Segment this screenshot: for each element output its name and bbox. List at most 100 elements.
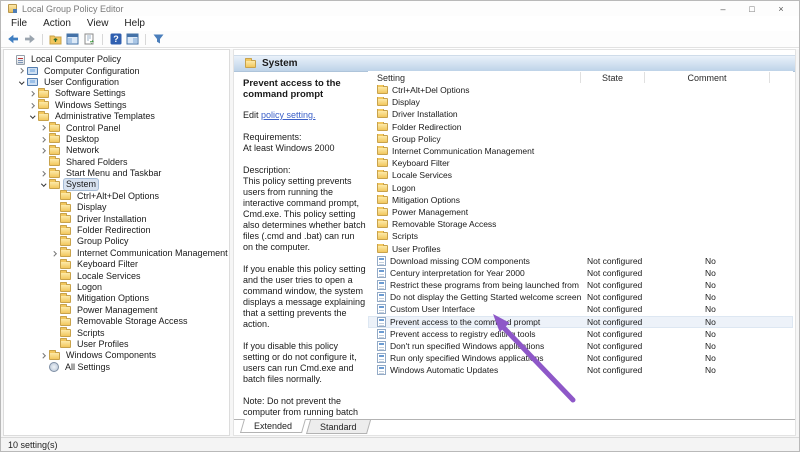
window-controls: – □ ×	[718, 3, 799, 15]
tree-item-removable-storage-access[interactable]: Removable Storage Access	[4, 316, 229, 327]
tree-item-administrative-templates[interactable]: Administrative Templates	[4, 111, 229, 122]
folder-icon	[377, 147, 388, 155]
tree-item-network[interactable]: Network	[4, 145, 229, 156]
tab-standard[interactable]: Standard	[306, 420, 371, 434]
tree-item-internet-communication-management[interactable]: Internet Communication Management	[4, 248, 229, 259]
list-row-driver-installation[interactable]: Driver Installation	[368, 108, 793, 120]
column-header-state[interactable]: State	[581, 72, 645, 83]
list-row-removable-storage-access[interactable]: Removable Storage Access	[368, 218, 793, 230]
chevron-right-icon[interactable]	[28, 92, 37, 96]
list-row-custom-user-interface[interactable]: Custom User InterfaceNot configuredNo	[368, 303, 793, 315]
list-row-internet-communication-management[interactable]: Internet Communication Management	[368, 145, 793, 157]
chevron-right-icon[interactable]	[39, 149, 48, 153]
list-row-scripts[interactable]: Scripts	[368, 230, 793, 242]
filter-icon[interactable]	[152, 33, 165, 46]
list-row-restrict-these-programs-from-being-launched-from-help[interactable]: Restrict these programs from being launc…	[368, 279, 793, 291]
list-row-logon[interactable]: Logon	[368, 182, 793, 194]
column-header-setting[interactable]: Setting	[368, 72, 581, 83]
export-list-icon[interactable]	[83, 33, 96, 46]
chevron-right-icon[interactable]	[39, 354, 48, 358]
list-row-prevent-access-to-the-command-prompt[interactable]: Prevent access to the command promptNot …	[368, 316, 793, 328]
tree-item-label: Keyboard Filter	[75, 259, 140, 270]
list-row-locale-services[interactable]: Locale Services	[368, 169, 793, 181]
back-icon[interactable]	[6, 33, 19, 46]
minimize-button[interactable]: –	[718, 3, 728, 15]
list-row-windows-automatic-updates[interactable]: Windows Automatic UpdatesNot configuredN…	[368, 364, 793, 376]
list-row-prevent-access-to-registry-editing-tools[interactable]: Prevent access to registry editing tools…	[368, 328, 793, 340]
list-row-keyboard-filter[interactable]: Keyboard Filter	[368, 157, 793, 169]
tab-strip: ExtendedStandard	[234, 419, 795, 435]
list-row-download-missing-com-components[interactable]: Download missing COM componentsNot confi…	[368, 255, 793, 267]
list-row-ctrl-alt-del-options[interactable]: Ctrl+Alt+Del Options	[368, 84, 793, 96]
close-button[interactable]: ×	[776, 3, 786, 15]
column-header-comment[interactable]: Comment	[645, 72, 770, 83]
help-icon[interactable]: ?	[109, 33, 122, 46]
tree-item-group-policy[interactable]: Group Policy	[4, 236, 229, 247]
tree-item-user-configuration[interactable]: User Configuration	[4, 77, 229, 88]
tree-item-power-management[interactable]: Power Management	[4, 305, 229, 316]
chevron-down-icon[interactable]	[39, 184, 48, 186]
tree-item-software-settings[interactable]: Software Settings	[4, 88, 229, 99]
list-row-run-only-specified-windows-applications[interactable]: Run only specified Windows applicationsN…	[368, 352, 793, 364]
tree-item-ctrl-alt-del-options[interactable]: Ctrl+Alt+Del Options	[4, 191, 229, 202]
folder-icon	[49, 135, 60, 143]
up-one-level-icon[interactable]	[49, 33, 62, 46]
tree-item-scripts[interactable]: Scripts	[4, 327, 229, 338]
list-row-folder-redirection[interactable]: Folder Redirection	[368, 121, 793, 133]
list-row-mitigation-options[interactable]: Mitigation Options	[368, 194, 793, 206]
chevron-down-icon[interactable]	[17, 82, 26, 84]
tree-item-control-panel[interactable]: Control Panel	[4, 122, 229, 133]
setting-name-cell: Prevent access to registry editing tools	[368, 329, 581, 339]
tree-item-display[interactable]: Display	[4, 202, 229, 213]
setting-name-cell: Removable Storage Access	[368, 219, 581, 229]
tree-item-user-profiles[interactable]: User Profiles	[4, 339, 229, 350]
tree-item-windows-components[interactable]: Windows Components	[4, 350, 229, 361]
policy-icon	[377, 341, 386, 351]
tree-item-mitigation-options[interactable]: Mitigation Options	[4, 293, 229, 304]
tree-item-all-settings[interactable]: All Settings	[4, 362, 229, 373]
list-row-don-t-run-specified-windows-applications[interactable]: Don't run specified Windows applications…	[368, 340, 793, 352]
chevron-right-icon[interactable]	[39, 126, 48, 130]
tree-item-system[interactable]: System	[4, 179, 229, 190]
tree-item-driver-installation[interactable]: Driver Installation	[4, 213, 229, 224]
tree-item-desktop[interactable]: Desktop	[4, 134, 229, 145]
menu-action[interactable]: Action	[35, 17, 79, 31]
list-row-century-interpretation-for-year-2000[interactable]: Century interpretation for Year 2000Not …	[368, 267, 793, 279]
setting-name: Driver Installation	[392, 109, 458, 119]
list-row-user-profiles[interactable]: User Profiles	[368, 242, 793, 254]
chevron-right-icon[interactable]	[39, 138, 48, 142]
chevron-down-icon[interactable]	[28, 116, 37, 118]
list-row-power-management[interactable]: Power Management	[368, 206, 793, 218]
chevron-right-icon[interactable]	[28, 104, 37, 108]
chevron-right-icon[interactable]	[17, 69, 26, 73]
console-tree: Local Computer PolicyComputer Configurat…	[3, 49, 230, 436]
tree-item-shared-folders[interactable]: Shared Folders	[4, 157, 229, 168]
menu-file[interactable]: File	[3, 17, 35, 31]
tree-item-windows-settings[interactable]: Windows Settings	[4, 100, 229, 111]
list-row-do-not-display-the-getting-started-welcome-screen-at-logon[interactable]: Do not display the Getting Started welco…	[368, 291, 793, 303]
chevron-right-icon[interactable]	[39, 172, 48, 176]
forward-icon[interactable]	[23, 33, 36, 46]
tree-item-locale-services[interactable]: Locale Services	[4, 270, 229, 281]
folder-icon	[60, 261, 71, 269]
tree-item-start-menu-and-taskbar[interactable]: Start Menu and Taskbar	[4, 168, 229, 179]
policy-title: Prevent access to the command prompt	[243, 78, 366, 100]
list-row-display[interactable]: Display	[368, 96, 793, 108]
list-row-group-policy[interactable]: Group Policy	[368, 133, 793, 145]
policy-icon	[377, 256, 386, 266]
tree-item-logon[interactable]: Logon	[4, 282, 229, 293]
action-pane-icon[interactable]	[126, 33, 139, 46]
tree-item-folder-redirection[interactable]: Folder Redirection	[4, 225, 229, 236]
tree-item-computer-configuration[interactable]: Computer Configuration	[4, 65, 229, 76]
policy-setting-link[interactable]: policy setting.	[261, 110, 316, 120]
menu-help[interactable]: Help	[116, 17, 153, 31]
tree-item-label: Power Management	[75, 305, 160, 316]
chevron-right-icon[interactable]	[50, 252, 59, 256]
show-console-tree-icon[interactable]	[66, 33, 79, 46]
tree-item-keyboard-filter[interactable]: Keyboard Filter	[4, 259, 229, 270]
menu-view[interactable]: View	[79, 17, 117, 31]
tab-extended[interactable]: Extended	[240, 419, 306, 433]
tree-item-local-computer-policy[interactable]: Local Computer Policy	[4, 54, 229, 65]
maximize-button[interactable]: □	[747, 3, 757, 15]
state-cell: Not configured	[581, 365, 645, 375]
